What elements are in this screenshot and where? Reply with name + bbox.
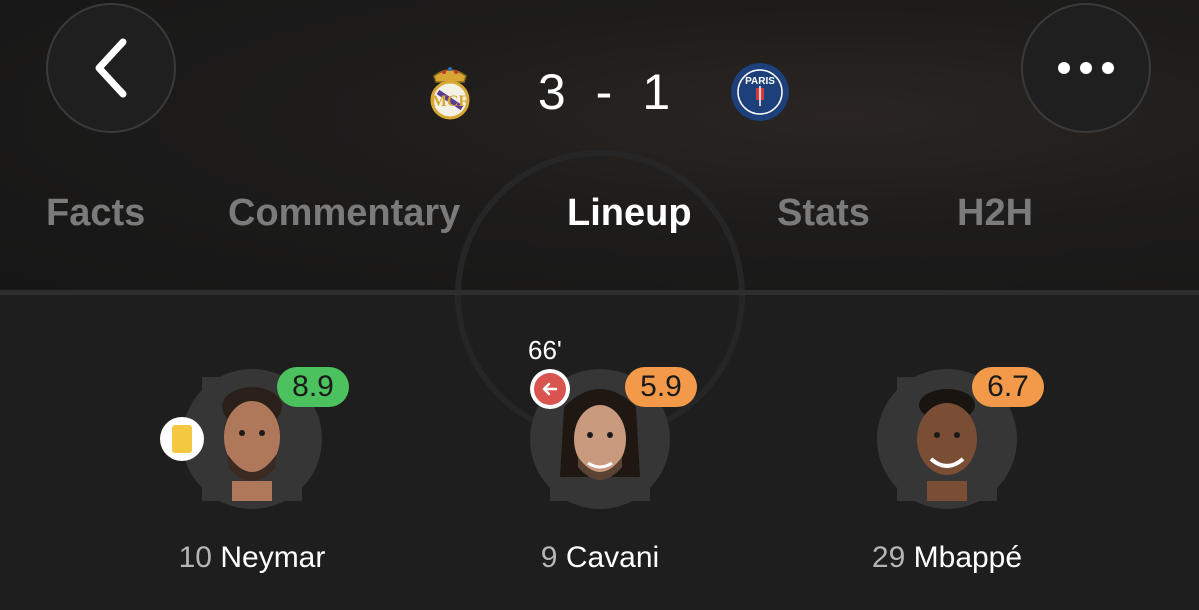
tab-facts[interactable]: Facts <box>46 192 145 235</box>
away-score: 1 <box>642 64 673 120</box>
player-name-label: 9 Cavani <box>450 541 750 575</box>
player-rating: 6.7 <box>972 367 1044 407</box>
player-number: 10 <box>178 541 212 574</box>
player-mbappe[interactable]: 6.7 29 Mbappé <box>797 365 1097 585</box>
player-number: 29 <box>871 541 906 574</box>
real-madrid-crest-icon[interactable]: MCF <box>420 62 480 122</box>
player-name-label: 10 Neymar <box>102 541 402 575</box>
chevron-left-icon <box>95 38 127 98</box>
yellow-card-badge <box>160 417 204 461</box>
score: 3 - 1 <box>538 63 672 121</box>
substitution-out-badge <box>530 369 570 409</box>
tab-stats[interactable]: Stats <box>777 192 870 235</box>
svg-text:MCF: MCF <box>432 93 469 110</box>
player-number: 9 <box>540 541 558 574</box>
score-row: MCF 3 - 1 PARIS <box>420 52 790 132</box>
player-cavani[interactable]: 66' 5.9 9 Cavani <box>450 335 750 585</box>
player-name-label: 29 Mbappé <box>797 541 1097 575</box>
player-rating: 5.9 <box>625 367 697 407</box>
player-name: Cavani <box>565 541 660 574</box>
divider <box>0 290 1199 295</box>
more-button[interactable] <box>1021 3 1151 133</box>
player-neymar[interactable]: 8.9 10 Neymar <box>102 365 402 585</box>
psg-crest-icon[interactable]: PARIS <box>730 62 790 122</box>
yellow-card-icon <box>172 425 192 453</box>
svg-text:PARIS: PARIS <box>745 76 775 87</box>
home-score: 3 <box>537 64 568 120</box>
more-horizontal-icon <box>1058 62 1114 74</box>
back-button[interactable] <box>46 3 176 133</box>
player-name: Mbappé <box>913 541 1023 574</box>
tab-commentary[interactable]: Commentary <box>228 192 460 235</box>
arrow-left-icon <box>542 382 558 396</box>
substitution-time: 66' <box>528 335 562 365</box>
score-separator: - <box>595 64 615 120</box>
player-rating: 8.9 <box>277 367 349 407</box>
tab-h2h[interactable]: H2H <box>957 192 1033 235</box>
player-name: Neymar <box>220 541 326 574</box>
